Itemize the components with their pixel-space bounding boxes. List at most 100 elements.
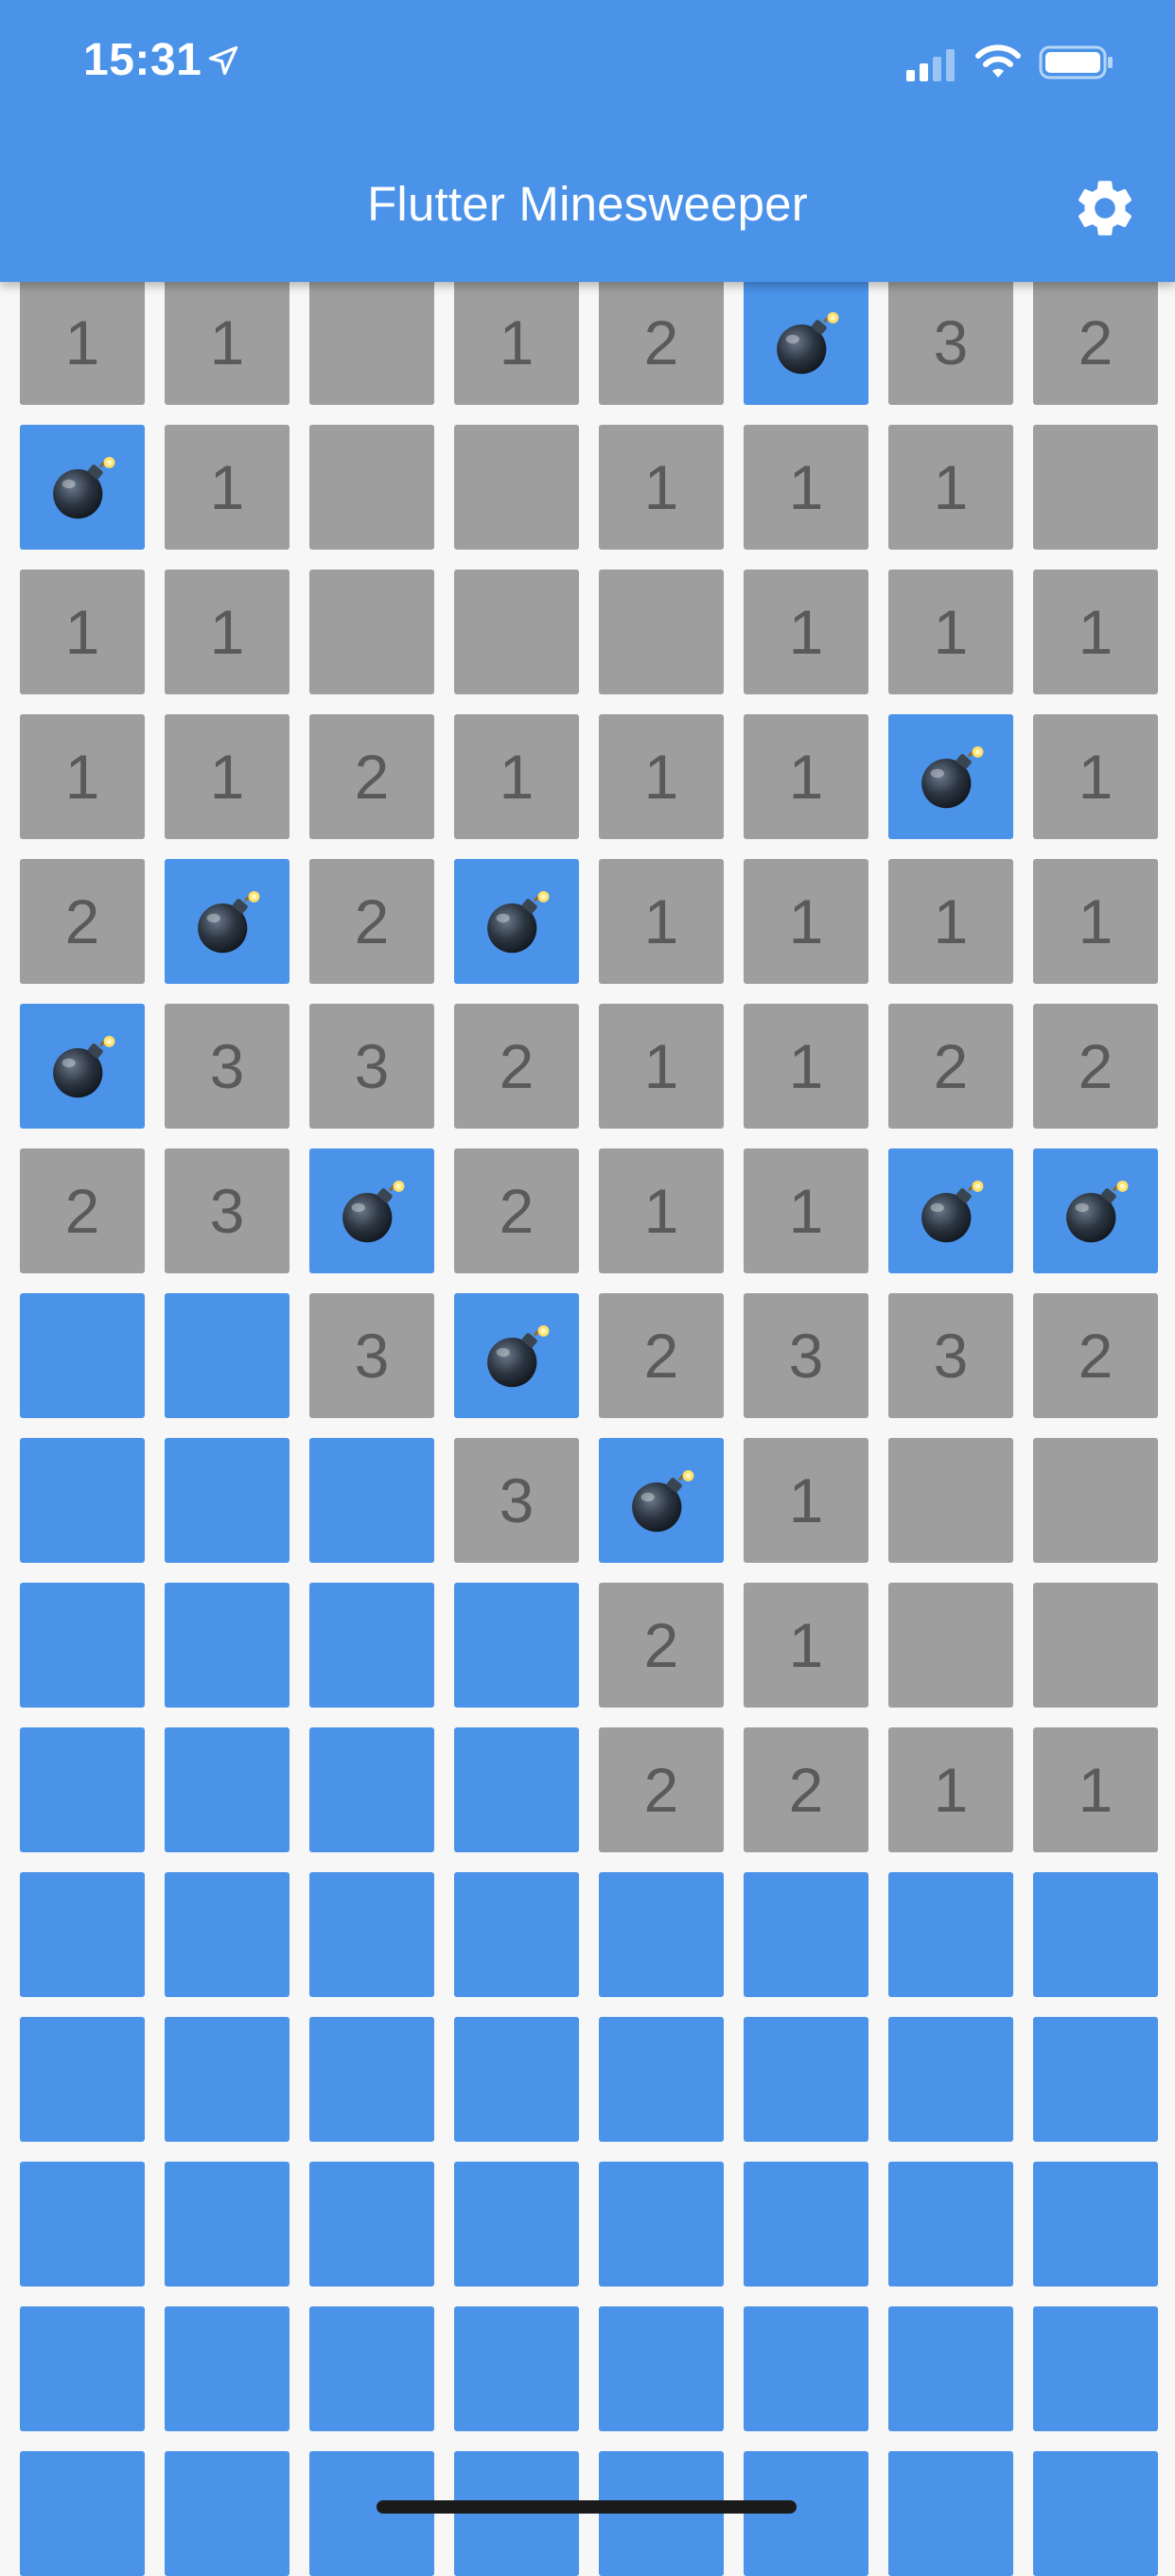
number-cell[interactable]: 1 [744,1148,868,1273]
bomb-cell[interactable] [888,1148,1013,1273]
empty-cell[interactable] [599,570,724,694]
number-cell[interactable]: 1 [888,570,1013,694]
hidden-cell[interactable] [309,1438,434,1563]
hidden-cell[interactable] [20,2306,145,2431]
number-cell[interactable]: 2 [599,1293,724,1418]
number-cell[interactable]: 2 [888,1004,1013,1129]
hidden-cell[interactable] [888,2017,1013,2142]
hidden-cell[interactable] [454,1872,579,1997]
hidden-cell[interactable] [309,2017,434,2142]
number-cell[interactable]: 2 [599,280,724,405]
hidden-cell[interactable] [20,2451,145,2576]
hidden-cell[interactable] [165,1872,289,1997]
number-cell[interactable]: 1 [165,714,289,839]
number-cell[interactable]: 1 [744,859,868,984]
hidden-cell[interactable] [165,2306,289,2431]
number-cell[interactable]: 1 [1033,859,1158,984]
hidden-cell[interactable] [309,2451,434,2576]
empty-cell[interactable] [888,1438,1013,1563]
number-cell[interactable]: 1 [744,1004,868,1129]
hidden-cell[interactable] [309,1872,434,1997]
empty-cell[interactable] [309,570,434,694]
bomb-cell[interactable] [165,859,289,984]
number-cell[interactable]: 3 [309,1004,434,1129]
hidden-cell[interactable] [165,1438,289,1563]
number-cell[interactable]: 3 [888,280,1013,405]
hidden-cell[interactable] [454,1583,579,1708]
number-cell[interactable]: 1 [744,714,868,839]
hidden-cell[interactable] [744,2451,868,2576]
empty-cell[interactable] [309,425,434,550]
number-cell[interactable]: 1 [20,714,145,839]
hidden-cell[interactable] [744,1872,868,1997]
hidden-cell[interactable] [454,2306,579,2431]
hidden-cell[interactable] [888,2451,1013,2576]
hidden-cell[interactable] [454,1727,579,1852]
bomb-cell[interactable] [454,859,579,984]
bomb-cell[interactable] [309,1148,434,1273]
number-cell[interactable]: 2 [454,1148,579,1273]
hidden-cell[interactable] [599,2162,724,2287]
number-cell[interactable]: 1 [165,425,289,550]
hidden-cell[interactable] [309,1727,434,1852]
empty-cell[interactable] [1033,1583,1158,1708]
number-cell[interactable]: 1 [20,280,145,405]
hidden-cell[interactable] [20,1727,145,1852]
number-cell[interactable]: 1 [454,714,579,839]
number-cell[interactable]: 2 [20,1148,145,1273]
number-cell[interactable]: 2 [20,859,145,984]
number-cell[interactable]: 2 [454,1004,579,1129]
hidden-cell[interactable] [20,1872,145,1997]
hidden-cell[interactable] [599,2306,724,2431]
hidden-cell[interactable] [888,1872,1013,1997]
empty-cell[interactable] [454,570,579,694]
number-cell[interactable]: 1 [599,859,724,984]
hidden-cell[interactable] [1033,2162,1158,2287]
number-cell[interactable]: 1 [165,570,289,694]
empty-cell[interactable] [1033,425,1158,550]
number-cell[interactable]: 1 [599,1004,724,1129]
number-cell[interactable]: 1 [744,1583,868,1708]
number-cell[interactable]: 2 [1033,280,1158,405]
number-cell[interactable]: 1 [744,425,868,550]
number-cell[interactable]: 1 [599,1148,724,1273]
number-cell[interactable]: 2 [309,714,434,839]
settings-button[interactable] [1071,174,1139,242]
number-cell[interactable]: 1 [1033,1727,1158,1852]
hidden-cell[interactable] [1033,2017,1158,2142]
hidden-cell[interactable] [165,2451,289,2576]
number-cell[interactable]: 1 [744,1438,868,1563]
number-cell[interactable]: 1 [1033,570,1158,694]
hidden-cell[interactable] [20,2017,145,2142]
number-cell[interactable]: 2 [744,1727,868,1852]
number-cell[interactable]: 2 [599,1583,724,1708]
bomb-cell[interactable] [888,714,1013,839]
number-cell[interactable]: 1 [888,1727,1013,1852]
empty-cell[interactable] [1033,1438,1158,1563]
bomb-cell[interactable] [744,280,868,405]
bomb-cell[interactable] [20,425,145,550]
number-cell[interactable]: 1 [599,714,724,839]
empty-cell[interactable] [454,425,579,550]
number-cell[interactable]: 1 [1033,714,1158,839]
number-cell[interactable]: 3 [165,1148,289,1273]
number-cell[interactable]: 3 [744,1293,868,1418]
hidden-cell[interactable] [599,2017,724,2142]
hidden-cell[interactable] [1033,2306,1158,2431]
number-cell[interactable]: 1 [165,280,289,405]
hidden-cell[interactable] [165,2162,289,2287]
bomb-cell[interactable] [1033,1148,1158,1273]
number-cell[interactable]: 1 [599,425,724,550]
empty-cell[interactable] [309,280,434,405]
hidden-cell[interactable] [165,2017,289,2142]
number-cell[interactable]: 1 [888,425,1013,550]
hidden-cell[interactable] [888,2306,1013,2431]
hidden-cell[interactable] [20,1293,145,1418]
bomb-cell[interactable] [599,1438,724,1563]
bomb-cell[interactable] [454,1293,579,1418]
hidden-cell[interactable] [599,1872,724,1997]
number-cell[interactable]: 2 [309,859,434,984]
hidden-cell[interactable] [744,2162,868,2287]
hidden-cell[interactable] [20,1438,145,1563]
hidden-cell[interactable] [888,2162,1013,2287]
